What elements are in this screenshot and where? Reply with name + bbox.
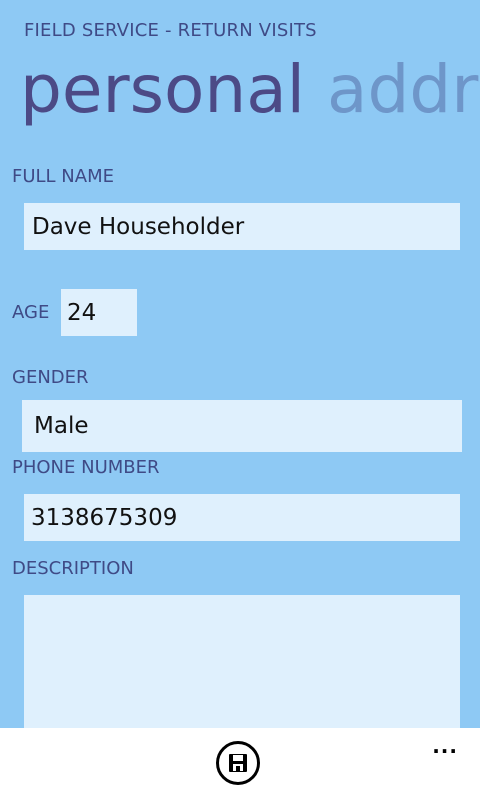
pivot-item-address[interactable]: addre	[327, 52, 480, 128]
description-field[interactable]	[24, 595, 460, 735]
app-bar: ...	[0, 728, 480, 800]
gender-value: Male	[34, 413, 89, 439]
age-value: 24	[67, 299, 97, 326]
full-name-field[interactable]: Dave Householder	[24, 203, 460, 250]
app-root: FIELD SERVICE - RETURN VISITS personal ad…	[0, 0, 480, 800]
full-name-value: Dave Householder	[32, 213, 245, 240]
full-name-label: FULL NAME	[12, 166, 114, 187]
gender-label: GENDER	[12, 367, 89, 388]
pivot-header: personal addre	[20, 52, 480, 128]
app-title: FIELD SERVICE - RETURN VISITS	[24, 20, 317, 41]
gender-select[interactable]: Male	[22, 400, 462, 452]
phone-number-field[interactable]: 3138675309	[24, 494, 460, 541]
age-label: AGE	[12, 302, 50, 323]
phone-number-value: 3138675309	[31, 504, 178, 531]
save-icon	[229, 754, 247, 772]
pivot-item-personal[interactable]: personal	[20, 52, 305, 128]
description-label: DESCRIPTION	[12, 558, 134, 579]
more-options-button[interactable]: ...	[432, 734, 458, 758]
save-button[interactable]	[216, 741, 260, 785]
age-field[interactable]: 24	[61, 289, 137, 336]
phone-number-label: PHONE NUMBER	[12, 457, 160, 478]
